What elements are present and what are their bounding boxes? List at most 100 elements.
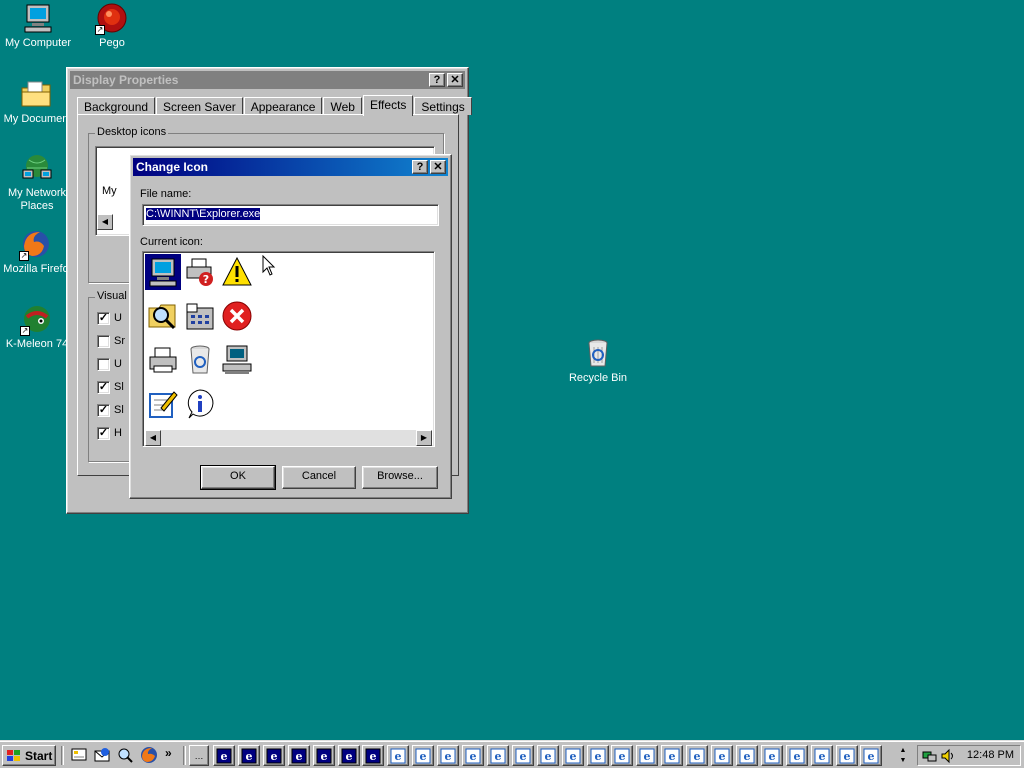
notepad-icon[interactable] — [145, 386, 181, 422]
taskbar-window-button[interactable]: e — [312, 745, 335, 766]
recycle-bin-icon[interactable] — [182, 342, 218, 378]
taskbar-scroll-down-icon[interactable]: ▼ — [896, 756, 910, 765]
svg-text:e: e — [793, 750, 800, 763]
info-icon[interactable] — [182, 386, 218, 422]
computer-icon[interactable] — [145, 254, 181, 290]
taskbar-window-button[interactable]: e — [860, 745, 883, 766]
show-desktop-icon[interactable] — [70, 746, 88, 764]
tab-effects[interactable]: Effects — [362, 95, 414, 116]
svg-text:e: e — [270, 750, 277, 763]
more-quicklaunch-chevron[interactable]: » — [165, 746, 172, 760]
current-icon-label: Current icon: — [140, 236, 203, 248]
scroll-left-button[interactable]: ◀ — [97, 214, 113, 230]
taskbar-window-button[interactable]: e — [561, 745, 584, 766]
taskbar-window-button[interactable]: e — [237, 745, 260, 766]
taskbar-window-button[interactable]: e — [486, 745, 509, 766]
explorer-window-icon: e — [316, 748, 332, 763]
change-icon-titlebar[interactable]: Change Icon ? ✕ — [133, 158, 448, 176]
desktop-icon-recycle-bin[interactable]: Recycle Bin — [560, 337, 636, 385]
cancel-button[interactable]: Cancel — [282, 466, 356, 489]
taskbar-window-button[interactable]: e — [661, 745, 684, 766]
task-button-minimized[interactable]: … — [189, 745, 209, 766]
taskbar-window-button[interactable]: e — [412, 745, 435, 766]
printer-icon[interactable] — [145, 342, 181, 378]
tab-appearance[interactable]: Appearance — [243, 97, 323, 115]
desktop-icon-k-meleon[interactable]: ↗ K-Meleon 74 — [0, 303, 75, 351]
taskbar-window-button[interactable]: e — [636, 745, 659, 766]
scroll-right-button[interactable]: ▶ — [416, 430, 432, 446]
taskbar-scroll-up-icon[interactable]: ▲ — [896, 746, 910, 755]
search-icon[interactable] — [116, 746, 134, 764]
svg-text:e: e — [345, 750, 352, 763]
taskbar-window-button[interactable]: e — [262, 745, 285, 766]
printer-help-icon[interactable]: ? — [182, 254, 218, 290]
taskbar-window-button[interactable]: e — [760, 745, 783, 766]
clock[interactable]: 12:48 PM — [967, 749, 1014, 761]
taskbar-window-button[interactable]: e — [511, 745, 534, 766]
desktop-icon-my-computer[interactable]: My Computer — [0, 2, 76, 50]
start-button[interactable]: Start — [2, 745, 56, 766]
svg-text:e: e — [470, 750, 477, 763]
taskbar-window-button[interactable]: e — [337, 745, 360, 766]
icon-list[interactable]: ? ◀ ▶ — [142, 251, 435, 447]
close-button[interactable]: ✕ — [447, 73, 463, 87]
visual-option-checkbox[interactable]: ✓ — [97, 381, 110, 394]
help-button[interactable]: ? — [429, 73, 445, 87]
tab-screen-saver[interactable]: Screen Saver — [156, 97, 243, 115]
taskbar-window-button[interactable]: e — [462, 745, 484, 766]
taskbar-window-button[interactable]: e — [686, 745, 709, 766]
warning-icon[interactable] — [219, 254, 255, 290]
outlook-express-icon[interactable] — [93, 746, 111, 764]
desktop-icon-my-network-places[interactable]: My Network Places — [0, 152, 75, 213]
visual-option-checkbox[interactable]: ✓ — [97, 312, 110, 325]
tab-web[interactable]: Web — [323, 97, 362, 115]
taskbar-window-button[interactable]: e — [387, 745, 410, 766]
ie-window-icon: e — [789, 748, 805, 763]
system-tray: 12:48 PM — [917, 745, 1021, 766]
desktop-icon-label: K-Meleon 74 — [5, 338, 69, 350]
tab-settings[interactable]: Settings — [414, 97, 472, 115]
ie-window-icon: e — [664, 748, 680, 763]
error-icon[interactable] — [219, 298, 255, 334]
taskbar-window-button[interactable]: e — [785, 745, 808, 766]
close-button[interactable]: ✕ — [430, 160, 446, 174]
taskbar-window-button[interactable]: e — [362, 745, 385, 766]
svg-text:e: e — [370, 750, 377, 763]
taskbar-window-button[interactable]: e — [835, 745, 858, 766]
desktop-icon-pego[interactable]: ↗ Pego — [74, 2, 150, 50]
display-properties-titlebar[interactable]: Display Properties ? ✕ — [70, 71, 465, 89]
taskbar-window-button[interactable]: e — [611, 745, 634, 766]
taskbar-window-button[interactable]: e — [213, 745, 235, 766]
desktop-icon-my-documents[interactable]: My Documen — [0, 78, 74, 126]
firefox-quicklaunch-icon[interactable] — [140, 746, 158, 764]
group-label: Visual — [95, 290, 129, 302]
taskbar-window-button[interactable]: e — [735, 745, 758, 766]
taskbar-window-button[interactable]: e — [437, 745, 460, 766]
scroll-left-button[interactable]: ◀ — [145, 430, 161, 446]
firefox-icon: ↗ — [19, 228, 52, 261]
network-tray-icon[interactable] — [922, 748, 938, 764]
taskbar-window-button[interactable]: e — [586, 745, 609, 766]
volume-tray-icon[interactable] — [940, 748, 956, 764]
taskbar-window-button[interactable]: e — [711, 745, 733, 766]
explorer-window-icon: e — [341, 748, 356, 763]
help-button[interactable]: ? — [412, 160, 428, 174]
search-folder-icon[interactable] — [145, 298, 181, 334]
visual-option-checkbox[interactable]: ✓ — [97, 427, 110, 440]
taskbar-window-button[interactable]: e — [810, 745, 833, 766]
horizontal-scrollbar[interactable]: ◀ ▶ — [145, 430, 432, 446]
browse-button[interactable]: Browse... — [362, 466, 438, 489]
file-name-value: C:\WINNT\Explorer.exe — [146, 208, 261, 220]
svg-text:e: e — [768, 750, 775, 763]
file-name-input[interactable]: C:\WINNT\Explorer.exe — [142, 204, 439, 226]
desktop-icon-mozilla-firefox[interactable]: ↗ Mozilla Firefo — [0, 228, 74, 276]
taskbar-window-button[interactable]: e — [287, 745, 310, 766]
visual-option-checkbox[interactable]: ✓ — [97, 404, 110, 417]
tab-background[interactable]: Background — [77, 97, 156, 115]
network-computer-icon[interactable] — [219, 342, 255, 378]
visual-option-checkbox[interactable] — [97, 358, 110, 371]
control-panel-icon[interactable] — [182, 298, 218, 334]
ok-button[interactable]: OK — [200, 465, 276, 490]
taskbar-window-button[interactable]: e — [536, 745, 559, 766]
visual-option-checkbox[interactable] — [97, 335, 110, 348]
